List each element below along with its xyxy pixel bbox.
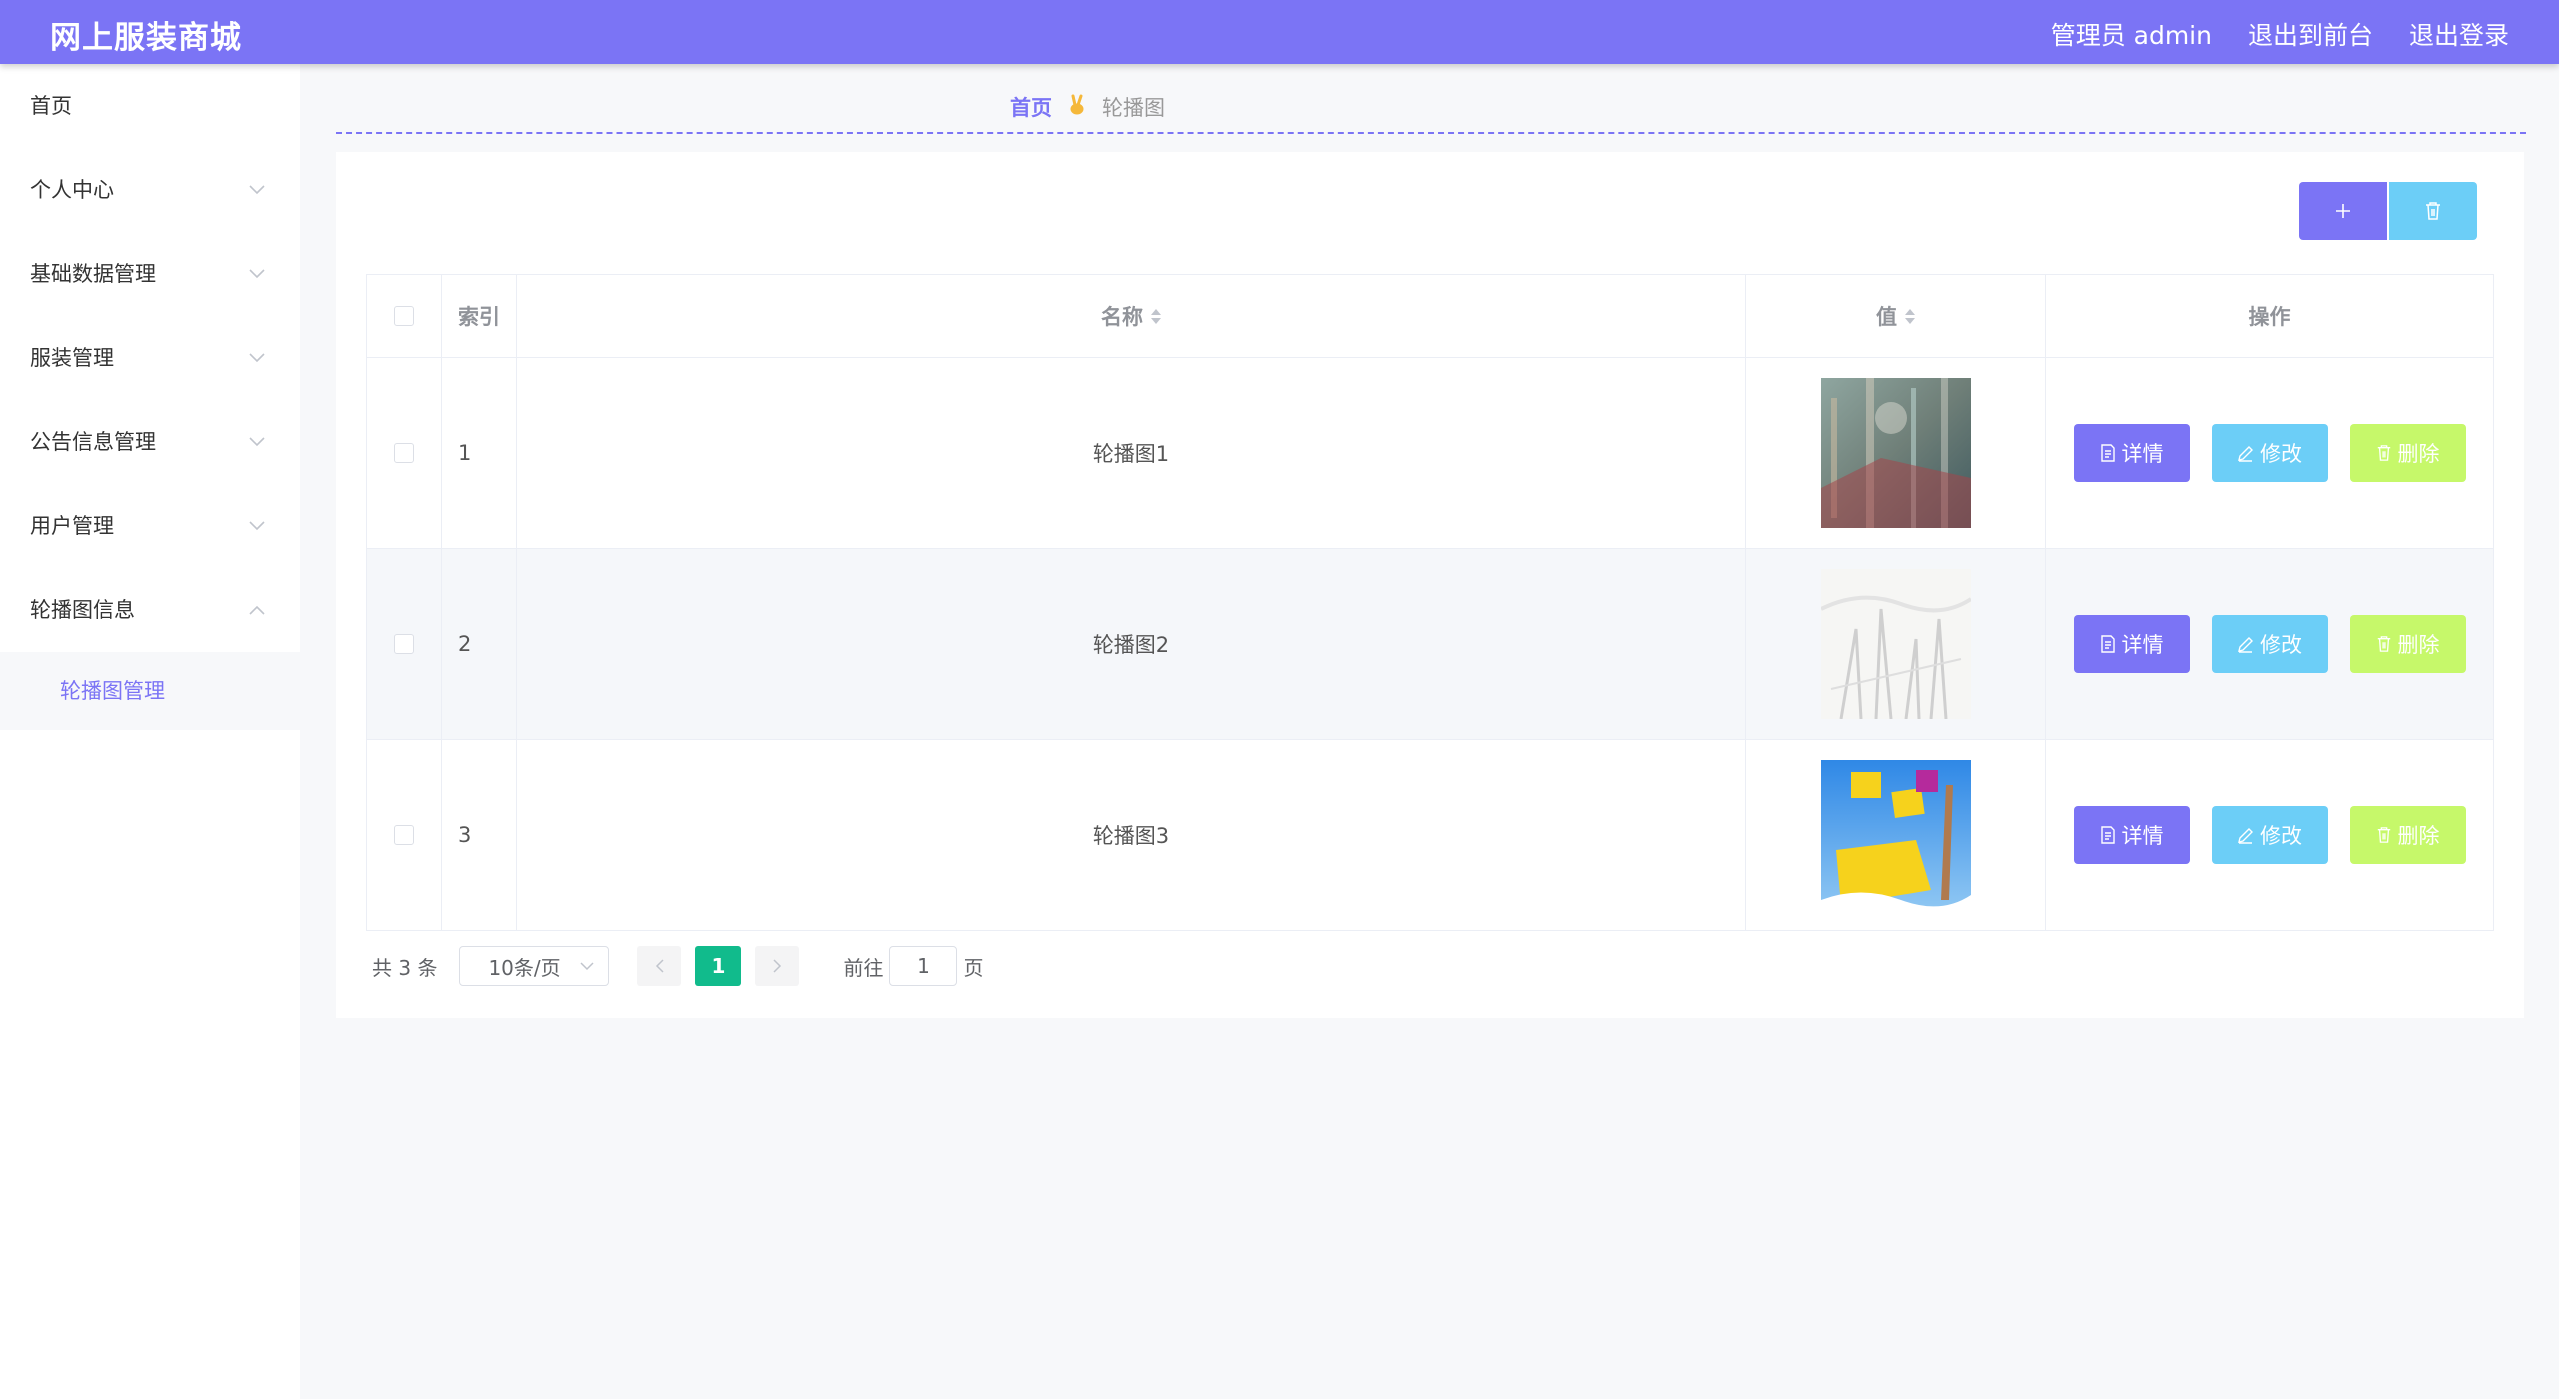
sidebar-item-label: 公告信息管理 — [30, 430, 156, 454]
next-page-button[interactable] — [755, 946, 800, 986]
sidebar-item-label: 首页 — [30, 94, 72, 118]
row-checkbox[interactable] — [394, 443, 414, 463]
row-index: 1 — [442, 358, 517, 548]
table-row: 2 轮播图2 详情 修改 删除 — [367, 549, 2493, 740]
chevron-down-icon — [248, 400, 266, 484]
delete-button[interactable]: 删除 — [2349, 806, 2466, 864]
delete-button[interactable]: 删除 — [2349, 424, 2466, 482]
pencil-icon — [2238, 445, 2253, 462]
pagination-total: 共 3 条 — [372, 955, 438, 980]
sidebar-subitem-carousel-manage[interactable]: 轮播图管理 — [0, 652, 300, 730]
prev-page-button[interactable] — [637, 946, 682, 986]
chevron-right-icon — [773, 959, 782, 973]
page-size-select[interactable]: 10条/页 — [459, 946, 610, 986]
document-icon — [2100, 826, 2115, 844]
chevron-down-icon — [580, 961, 594, 970]
sort-icon[interactable] — [1905, 308, 1915, 324]
document-icon — [2100, 444, 2115, 462]
sidebar-item-basic-data[interactable]: 基础数据管理 — [0, 232, 300, 316]
goto-page: 前往 页 — [843, 946, 983, 986]
row-name: 轮播图1 — [517, 358, 1746, 548]
sidebar-item-carousel[interactable]: 轮播图信息 — [0, 568, 300, 652]
sort-icon[interactable] — [1151, 308, 1161, 324]
breadcrumb: 首页 轮播图 — [336, 82, 2526, 134]
sidebar-item-home[interactable]: 首页 — [0, 64, 300, 148]
column-header-actions: 操作 — [2248, 305, 2291, 329]
breadcrumb-current: 轮播图 — [1102, 96, 1165, 120]
table-row: 3 轮播图3 详情 修改 删除 — [367, 740, 2493, 931]
detail-button[interactable]: 详情 — [2073, 424, 2190, 482]
pencil-icon — [2238, 636, 2253, 653]
trash-icon — [2426, 202, 2440, 220]
goto-page-input[interactable] — [889, 946, 958, 986]
chevron-down-icon — [248, 484, 266, 568]
row-name: 轮播图3 — [517, 740, 1746, 930]
trash-icon — [2377, 827, 2390, 843]
table-row: 1 轮播图1 详情 修改 删除 — [367, 358, 2493, 549]
edit-button[interactable]: 修改 — [2211, 615, 2328, 673]
page-number-current[interactable]: 1 — [695, 946, 742, 986]
sidebar-item-personal-center[interactable]: 个人中心 — [0, 148, 300, 232]
chevron-down-icon — [248, 148, 266, 232]
sidebar-item-label: 个人中心 — [30, 178, 114, 202]
top-bar: 网上服装商城 管理员 admin 退出到前台 退出登录 — [0, 0, 2559, 64]
document-icon — [2100, 635, 2115, 653]
sidebar-item-label: 基础数据管理 — [30, 262, 156, 286]
row-checkbox[interactable] — [394, 634, 414, 654]
logout-link[interactable]: 退出登录 — [2409, 16, 2509, 52]
chevron-left-icon — [655, 959, 664, 973]
pencil-icon — [2238, 827, 2253, 844]
carousel-thumbnail[interactable] — [1820, 569, 1971, 719]
row-index: 3 — [442, 740, 517, 930]
carousel-thumbnail[interactable] — [1820, 378, 1971, 528]
hand-peace-icon — [1068, 94, 1086, 121]
table-header: 索引 名称 值 操作 — [367, 275, 2493, 358]
select-all-checkbox[interactable] — [394, 306, 414, 326]
carousel-table: 索引 名称 值 操作 1 轮播图1 详情 修改 删除 2 轮播图2 详情 修改 … — [366, 274, 2494, 931]
edit-button[interactable]: 修改 — [2211, 424, 2328, 482]
column-header-index: 索引 — [442, 275, 517, 357]
row-checkbox[interactable] — [394, 825, 414, 845]
sidebar-item-notices[interactable]: 公告信息管理 — [0, 400, 300, 484]
trash-icon — [2377, 445, 2390, 461]
plus-icon — [2336, 204, 2350, 218]
carousel-thumbnail[interactable] — [1820, 760, 1971, 910]
sidebar-item-label: 轮播图信息 — [30, 598, 135, 622]
column-header-name[interactable]: 名称 — [517, 275, 1746, 357]
breadcrumb-home[interactable]: 首页 — [1010, 92, 1052, 122]
bulk-delete-button[interactable] — [2389, 182, 2477, 240]
chevron-down-icon — [248, 316, 266, 400]
chevron-up-icon — [248, 568, 266, 652]
sidebar-item-label: 服装管理 — [30, 346, 114, 370]
sidebar-item-label: 用户管理 — [30, 514, 114, 538]
content-card: 索引 名称 值 操作 1 轮播图1 详情 修改 删除 2 轮播图2 详情 修改 … — [336, 152, 2524, 1018]
app-title: 网上服装商城 — [50, 20, 242, 56]
sidebar-item-clothing[interactable]: 服装管理 — [0, 316, 300, 400]
add-button[interactable] — [2299, 182, 2387, 240]
sidebar-item-users[interactable]: 用户管理 — [0, 484, 300, 568]
admin-user-link[interactable]: 管理员 admin — [2051, 16, 2212, 52]
delete-button[interactable]: 删除 — [2349, 615, 2466, 673]
pagination: 共 3 条 10条/页 1 前往 页 — [372, 946, 983, 986]
trash-icon — [2377, 636, 2390, 652]
chevron-down-icon — [248, 232, 266, 316]
sidebar: 首页 个人中心 基础数据管理 服装管理 公告信息管理 用户管理 轮播图信息 轮播… — [0, 64, 300, 1399]
detail-button[interactable]: 详情 — [2073, 615, 2190, 673]
edit-button[interactable]: 修改 — [2211, 806, 2328, 864]
row-name: 轮播图2 — [517, 549, 1746, 739]
top-links: 管理员 admin 退出到前台 退出登录 — [2051, 16, 2509, 52]
detail-button[interactable]: 详情 — [2073, 806, 2190, 864]
column-header-value[interactable]: 值 — [1746, 275, 2046, 357]
goto-label: 前往 — [843, 955, 884, 980]
exit-to-frontend-link[interactable]: 退出到前台 — [2248, 16, 2373, 52]
row-index: 2 — [442, 549, 517, 739]
page-unit-label: 页 — [963, 955, 984, 980]
